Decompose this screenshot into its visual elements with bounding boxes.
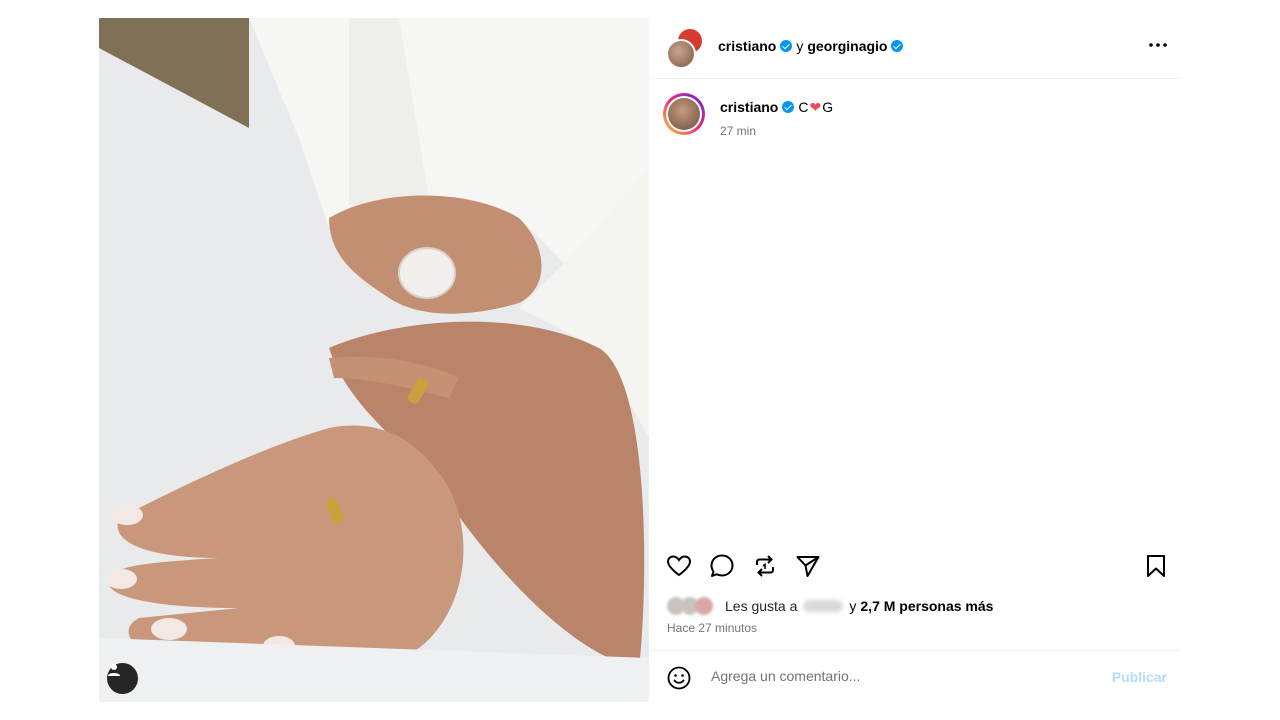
username-link[interactable]: georginagio xyxy=(807,37,887,55)
likes-count[interactable]: 2,7 M personas más xyxy=(860,598,993,614)
bookmark-icon xyxy=(1147,555,1165,577)
caption-timestamp[interactable]: 27 min xyxy=(720,124,756,138)
collab-avatars[interactable] xyxy=(666,29,702,69)
post-details-panel: cristiano y georginagio cristiano C ❤ G … xyxy=(651,18,1181,702)
person-icon xyxy=(108,664,120,676)
more-horizontal-icon xyxy=(1149,43,1167,47)
caption-avatar[interactable] xyxy=(663,93,705,135)
post-photo[interactable] xyxy=(99,18,649,702)
liker-avatars[interactable] xyxy=(667,597,719,615)
heart-icon xyxy=(666,555,692,577)
verified-badge-icon xyxy=(782,101,795,113)
collab-usernames: cristiano y georginagio xyxy=(718,37,907,55)
verified-badge-icon xyxy=(891,40,904,52)
heart-emoji-icon: ❤ xyxy=(809,99,822,115)
emoji-icon xyxy=(667,666,691,690)
caption: cristiano C ❤ G xyxy=(720,98,833,116)
more-options-button[interactable] xyxy=(1149,34,1167,52)
user-tag-button[interactable] xyxy=(107,663,138,694)
caption-text-c: C xyxy=(798,99,809,115)
comment-button[interactable] xyxy=(708,552,736,580)
comment-icon xyxy=(710,554,734,577)
save-button[interactable] xyxy=(1142,552,1170,580)
likes-connector: y xyxy=(849,598,857,614)
caption-text-g: G xyxy=(822,99,834,115)
publish-button[interactable]: Publicar xyxy=(1112,669,1167,685)
like-button[interactable] xyxy=(665,552,693,580)
comment-input[interactable] xyxy=(709,667,1093,685)
share-button[interactable] xyxy=(794,552,822,580)
post-timestamp[interactable]: Hace 27 minutos xyxy=(667,621,757,635)
likes-summary: Les gusta a y 2,7 M personas más xyxy=(667,597,993,615)
likes-prefix: Les gusta a xyxy=(725,598,798,614)
liker-name-blurred[interactable] xyxy=(803,600,844,612)
repost-button[interactable] xyxy=(751,552,779,580)
username-link[interactable]: cristiano xyxy=(718,37,776,55)
caption-username[interactable]: cristiano xyxy=(720,98,778,116)
action-bar xyxy=(651,550,1181,582)
repost-icon xyxy=(756,555,774,577)
post-header: cristiano y georginagio xyxy=(651,18,1181,79)
share-icon xyxy=(796,556,820,577)
emoji-button[interactable] xyxy=(667,666,691,690)
verified-badge-icon xyxy=(780,40,793,52)
post-photo-illustration xyxy=(99,18,649,702)
avatar xyxy=(666,39,696,69)
comment-bar: Publicar xyxy=(651,650,1181,703)
collab-connector: y xyxy=(796,38,804,54)
